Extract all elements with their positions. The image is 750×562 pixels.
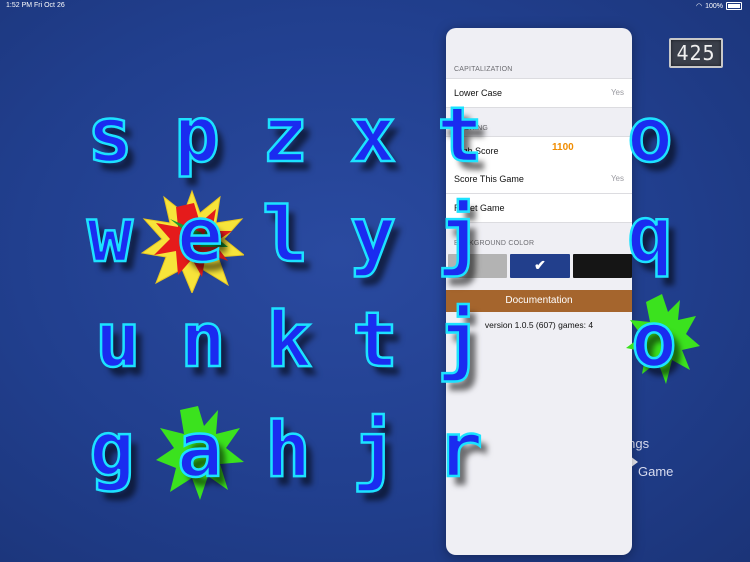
letter-tile[interactable]: t bbox=[335, 295, 415, 390]
letter-tile[interactable]: y bbox=[333, 190, 413, 285]
letter-tile[interactable]: s bbox=[70, 90, 150, 185]
letter: t bbox=[351, 295, 399, 384]
letter: g bbox=[88, 405, 136, 494]
letter: u bbox=[94, 295, 142, 384]
letter-tile[interactable]: k bbox=[249, 295, 329, 390]
score-this-game-value: Yes bbox=[610, 174, 624, 183]
score-display: 425 bbox=[669, 38, 723, 68]
letter-tile[interactable]: g bbox=[72, 405, 152, 500]
letter-tile[interactable]: j bbox=[420, 295, 500, 390]
letter: e bbox=[176, 190, 224, 279]
letter-tile[interactable]: q bbox=[610, 190, 690, 285]
letter-tile[interactable]: h bbox=[248, 405, 328, 500]
letter: n bbox=[179, 295, 227, 384]
letter-tile[interactable]: l bbox=[245, 190, 325, 285]
letter: k bbox=[265, 295, 313, 384]
letter: q bbox=[626, 190, 674, 279]
letter-tile[interactable]: o bbox=[614, 294, 700, 390]
letter-tile[interactable]: w bbox=[70, 190, 150, 285]
letter-tile[interactable]: r bbox=[420, 405, 500, 500]
high-score-value: 1100 bbox=[552, 142, 574, 153]
letter-tile[interactable]: j bbox=[335, 405, 415, 500]
letter-tile[interactable]: e bbox=[140, 189, 244, 293]
letter-tile[interactable]: z bbox=[245, 90, 325, 185]
letter: j bbox=[436, 190, 484, 279]
letter: h bbox=[264, 405, 312, 494]
letter: p bbox=[173, 90, 221, 179]
letter-tile[interactable]: x bbox=[333, 90, 413, 185]
letter: j bbox=[436, 295, 484, 384]
letter-tile[interactable]: a bbox=[156, 405, 244, 500]
letter: w bbox=[86, 190, 134, 279]
swatch-blue[interactable]: ✔ bbox=[510, 254, 570, 278]
letter-tile[interactable]: j bbox=[420, 190, 500, 285]
letter: t bbox=[436, 90, 484, 179]
letter: r bbox=[436, 405, 484, 494]
capitalization-header: CAPITALIZATION bbox=[454, 66, 513, 73]
letter: s bbox=[86, 90, 134, 179]
letter: o bbox=[630, 295, 678, 384]
letter-tile[interactable]: p bbox=[157, 90, 237, 185]
letter: z bbox=[261, 90, 309, 179]
letter-tile[interactable]: t bbox=[420, 90, 500, 185]
letter: l bbox=[261, 190, 309, 279]
game-menu-item[interactable]: Game bbox=[638, 464, 673, 479]
letter: a bbox=[176, 405, 224, 494]
letter: y bbox=[349, 190, 397, 279]
letter: j bbox=[351, 405, 399, 494]
letter-tile[interactable]: u bbox=[78, 295, 158, 390]
letter-tile[interactable]: o bbox=[610, 90, 690, 185]
checkmark-icon: ✔ bbox=[534, 257, 546, 273]
letter-tile[interactable]: n bbox=[163, 295, 243, 390]
letter: o bbox=[626, 90, 674, 179]
letter: x bbox=[349, 90, 397, 179]
